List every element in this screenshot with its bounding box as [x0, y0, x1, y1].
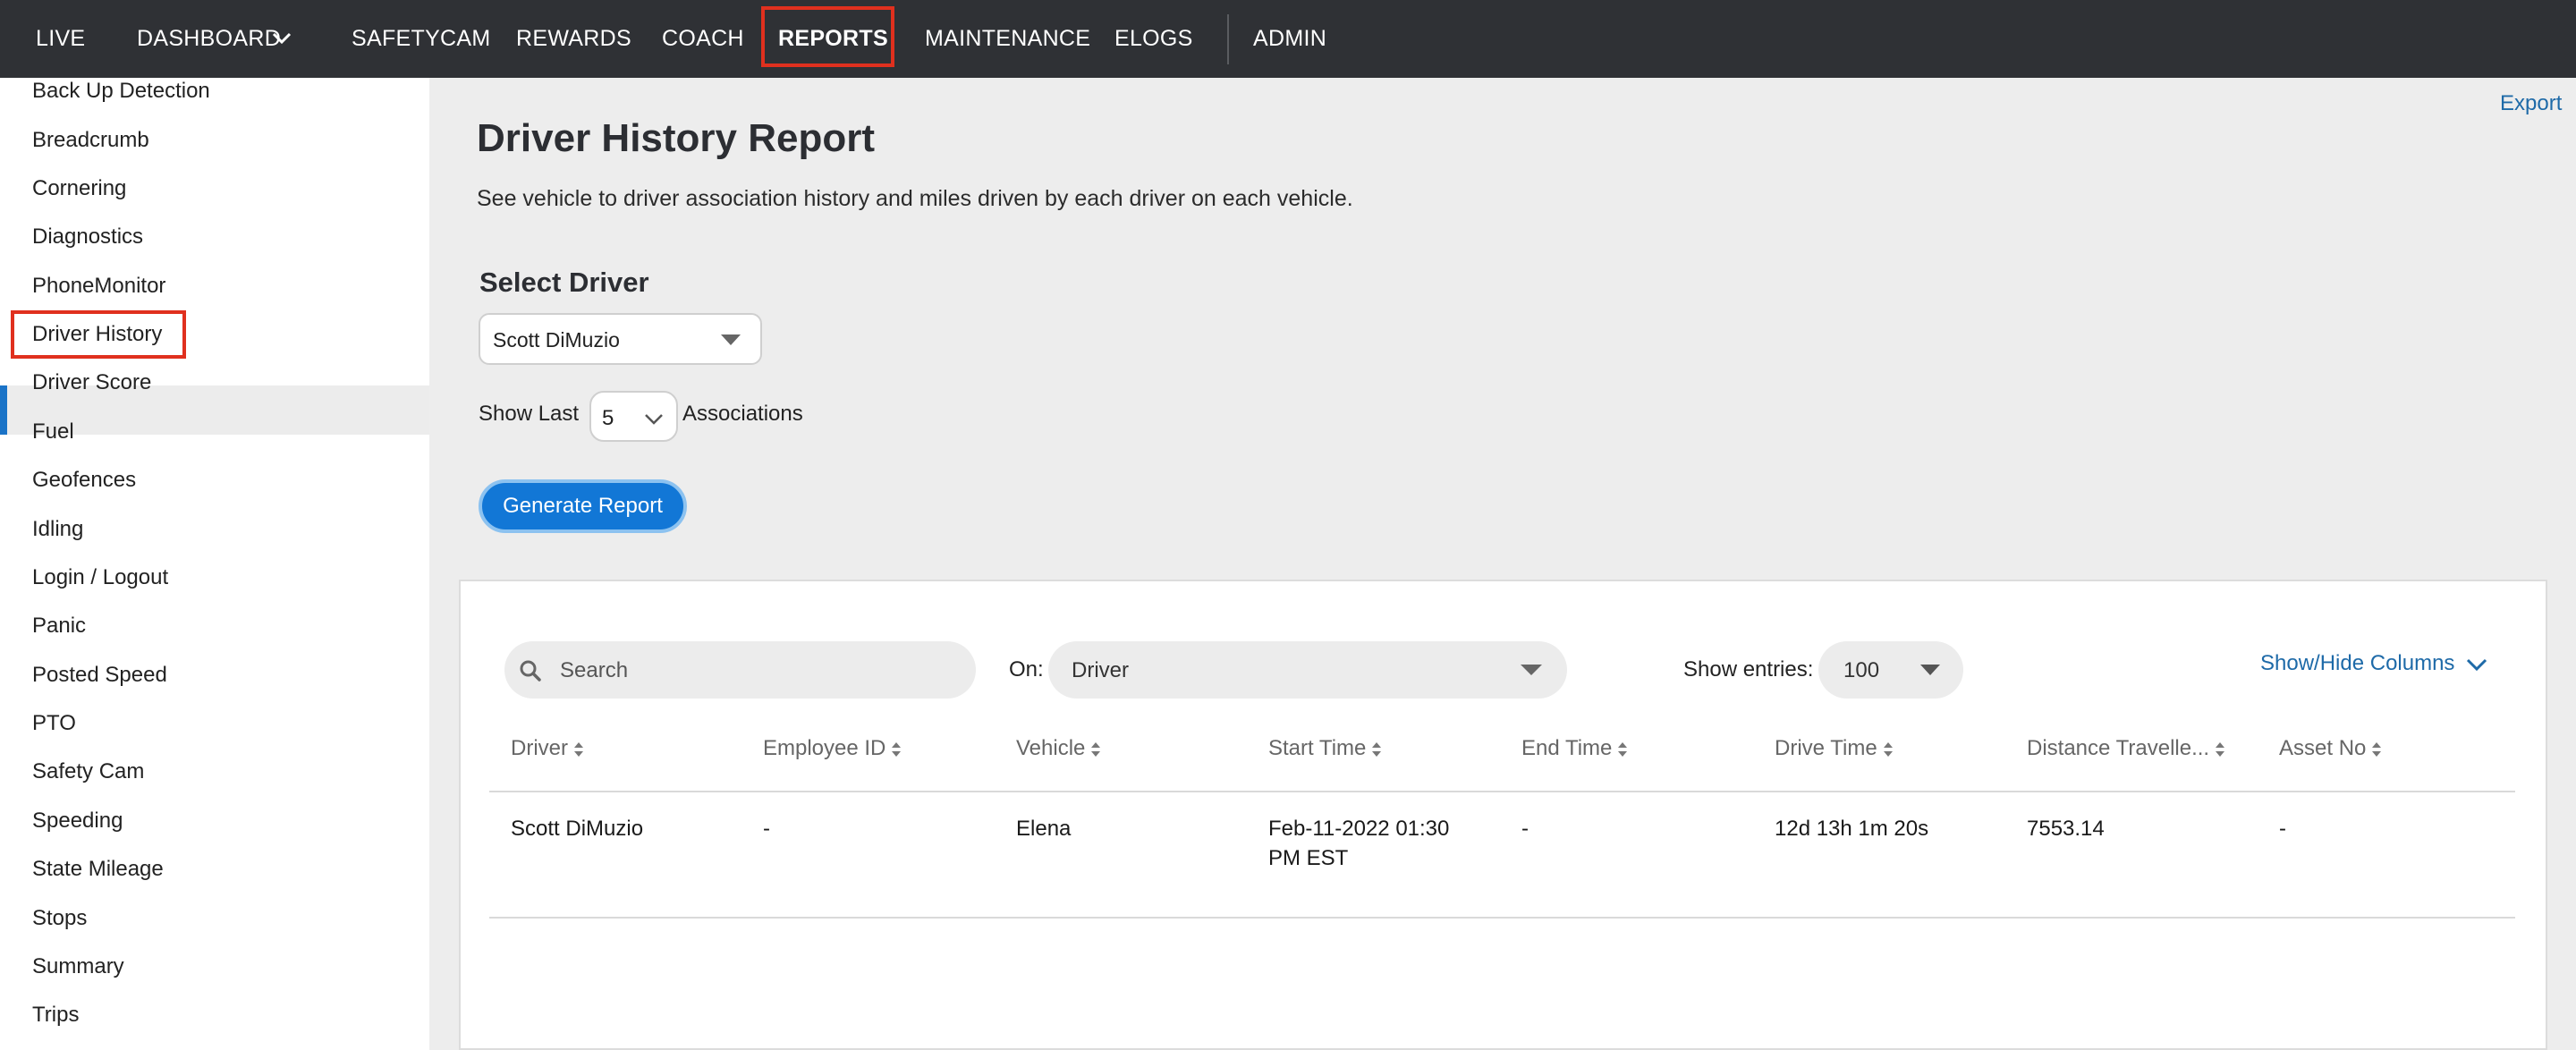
sidebar-item-stops[interactable]: Stops — [32, 901, 87, 936]
search-icon — [520, 660, 541, 682]
sidebar-item-posted-speed[interactable]: Posted Speed — [32, 657, 167, 693]
cell-start-time: Feb-11-2022 01:30 PM EST — [1268, 814, 1449, 873]
column-header-label: Drive Time — [1775, 736, 1877, 760]
cell-end-time: - — [1521, 817, 1529, 841]
sidebar-item-back-up-detection[interactable]: Back Up Detection — [32, 73, 210, 109]
sort-icon — [1372, 741, 1382, 757]
cell-asset-no: - — [2279, 817, 2286, 841]
column-header-label: Distance Travelle... — [2027, 736, 2210, 760]
nav-rewards[interactable]: REWARDS — [516, 0, 631, 78]
sidebar-item-cornering[interactable]: Cornering — [32, 171, 126, 207]
reports-highlight-box — [761, 6, 894, 67]
nav-dashboard[interactable]: DASHBOARD — [137, 0, 281, 78]
associations-label: Associations — [682, 402, 803, 426]
sidebar-item-safety-cam[interactable]: Safety Cam — [32, 754, 144, 790]
page-subtitle: See vehicle to driver association histor… — [477, 186, 1353, 211]
nav-safetycam[interactable]: SAFETYCAM — [352, 0, 491, 78]
sidebar-item-diagnostics[interactable]: Diagnostics — [32, 219, 143, 255]
search-input[interactable]: Search — [504, 641, 976, 699]
cell-start-time-line2: PM EST — [1268, 846, 1349, 870]
table-header-divider — [489, 791, 2515, 792]
sort-icon — [574, 741, 583, 757]
column-header-start-time[interactable]: Start Time — [1268, 736, 1382, 761]
sidebar-item-driver-score[interactable]: Driver Score — [32, 365, 151, 401]
column-header-end-time[interactable]: End Time — [1521, 736, 1628, 761]
search-on-label: On: — [1009, 657, 1044, 682]
show-entries-label: Show entries: — [1683, 657, 1814, 682]
associations-count-value: 5 — [602, 406, 614, 430]
column-header-distance-travelled[interactable]: Distance Travelle... — [2027, 736, 2225, 761]
nav-coach[interactable]: COACH — [662, 0, 744, 78]
search-placeholder: Search — [560, 658, 629, 682]
caret-down-icon — [1521, 665, 1542, 675]
sidebar-item-trips[interactable]: Trips — [32, 997, 79, 1033]
sort-icon — [2372, 741, 2382, 757]
search-on-value: Driver — [1072, 658, 1129, 682]
driver-select-value: Scott DiMuzio — [493, 328, 620, 351]
chevron-down-icon[interactable] — [2464, 652, 2489, 677]
caret-down-icon — [1920, 665, 1940, 675]
column-header-label: Vehicle — [1016, 736, 1086, 760]
cell-drive-time: 12d 13h 1m 20s — [1775, 817, 1929, 841]
associations-count-select[interactable]: 5 — [589, 391, 678, 442]
generate-report-button[interactable]: Generate Report — [479, 479, 687, 533]
sidebar-item-phonemonitor[interactable]: PhoneMonitor — [32, 268, 165, 304]
top-nav: LIVE DASHBOARD SAFETYCAM REWARDS COACH R… — [0, 0, 2576, 78]
show-last-label: Show Last — [479, 402, 580, 426]
driver-history-highlight-box — [11, 310, 186, 359]
sort-icon — [1091, 741, 1101, 757]
sidebar-item-idling[interactable]: Idling — [32, 512, 83, 547]
nav-live[interactable]: LIVE — [36, 0, 85, 78]
select-driver-label: Select Driver — [479, 267, 649, 298]
sidebar-item-summary[interactable]: Summary — [32, 949, 124, 985]
cell-start-time-line1: Feb-11-2022 01:30 — [1268, 817, 1450, 841]
sidebar-item-fuel[interactable]: Fuel — [32, 414, 74, 450]
show-entries-select[interactable]: 100 — [1818, 641, 1963, 699]
sort-icon — [892, 741, 902, 757]
sort-icon — [1618, 741, 1628, 757]
column-header-label: Driver — [511, 736, 568, 760]
sort-icon — [1883, 741, 1893, 757]
nav-elogs[interactable]: ELOGS — [1114, 0, 1193, 78]
search-on-select[interactable]: Driver — [1048, 641, 1567, 699]
column-header-vehicle[interactable]: Vehicle — [1016, 736, 1101, 761]
sidebar-item-geofences[interactable]: Geofences — [32, 462, 136, 498]
chevron-down-icon — [645, 414, 663, 425]
sidebar-active-indicator — [0, 385, 7, 435]
sidebar-item-panic[interactable]: Panic — [32, 608, 86, 644]
column-header-driver[interactable]: Driver — [511, 736, 584, 761]
driver-select[interactable]: Scott DiMuzio — [479, 313, 762, 365]
column-header-employee-id[interactable]: Employee ID — [763, 736, 902, 761]
chevron-down-icon[interactable] — [270, 27, 293, 50]
column-header-label: Start Time — [1268, 736, 1367, 760]
column-header-label: Asset No — [2279, 736, 2367, 760]
nav-maintenance[interactable]: MAINTENANCE — [925, 0, 1090, 78]
cell-employee-id: - — [763, 817, 770, 841]
export-link[interactable]: Export — [2500, 91, 2562, 116]
sidebar-item-breadcrumb[interactable]: Breadcrumb — [32, 123, 149, 158]
column-header-label: Employee ID — [763, 736, 886, 760]
cell-driver: Scott DiMuzio — [511, 817, 644, 841]
cell-distance: 7553.14 — [2027, 817, 2105, 841]
show-entries-value: 100 — [1843, 658, 1880, 682]
sidebar-item-login-logout[interactable]: Login / Logout — [32, 560, 168, 596]
column-header-label: End Time — [1521, 736, 1613, 760]
sidebar-item-speeding[interactable]: Speeding — [32, 803, 123, 839]
sidebar: Back Up Detection Breadcrumb Cornering D… — [0, 78, 429, 1050]
column-header-asset-no[interactable]: Asset No — [2279, 736, 2382, 761]
cell-vehicle: Elena — [1016, 817, 1072, 841]
nav-admin[interactable]: ADMIN — [1253, 0, 1326, 78]
page-title: Driver History Report — [477, 116, 876, 160]
nav-divider — [1227, 14, 1229, 64]
sidebar-item-state-mileage[interactable]: State Mileage — [32, 851, 164, 887]
show-hide-columns-button[interactable]: Show/Hide Columns — [2260, 651, 2454, 676]
caret-down-icon — [721, 334, 741, 345]
sort-icon — [2216, 741, 2225, 757]
sidebar-item-pto[interactable]: PTO — [32, 706, 76, 741]
column-header-drive-time[interactable]: Drive Time — [1775, 736, 1894, 761]
table-row-divider — [489, 917, 2515, 919]
